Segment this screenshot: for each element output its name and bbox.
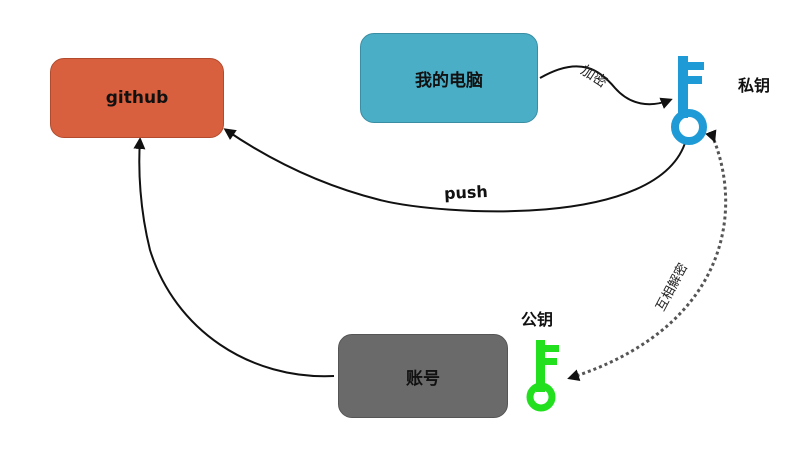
public-key-icon (526, 340, 559, 412)
account-label: 账号 (406, 368, 440, 389)
github-label: github (105, 88, 169, 108)
edge-mutual (567, 129, 728, 381)
edge-account-github (133, 137, 335, 378)
private-key-label: 私钥 (738, 76, 771, 95)
push-label: push (443, 181, 489, 204)
my-computer-node[interactable]: 我的电脑 (360, 33, 538, 123)
private-key-icon (671, 56, 707, 145)
my-computer-label: 我的电脑 (415, 70, 483, 91)
github-node[interactable]: github (50, 58, 224, 138)
public-key-label: 公钥 (521, 310, 554, 329)
account-node[interactable]: 账号 (338, 334, 508, 418)
